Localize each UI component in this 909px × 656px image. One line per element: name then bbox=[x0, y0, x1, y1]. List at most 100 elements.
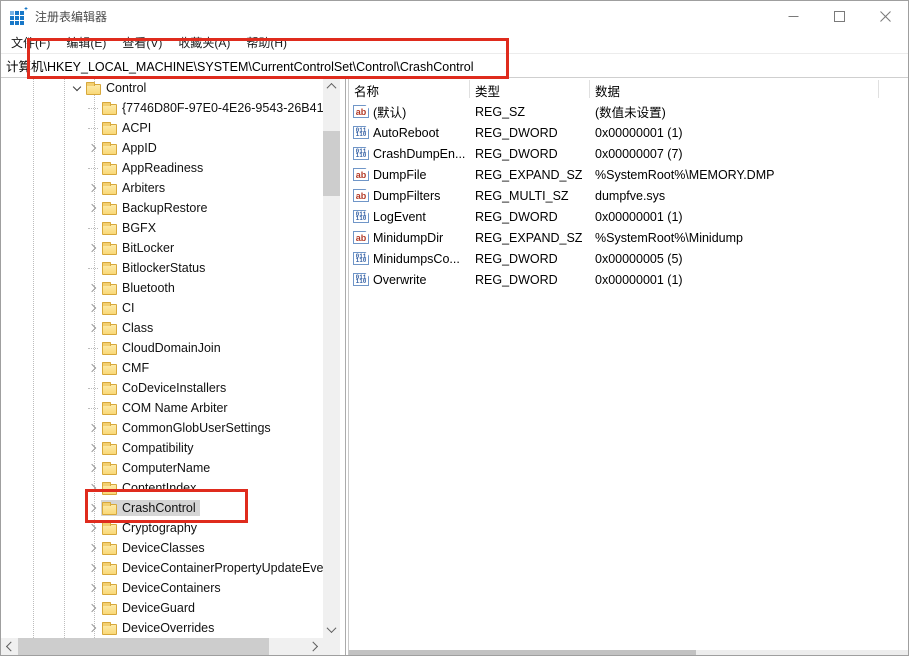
menu-favorites[interactable]: 收藏夹(A) bbox=[170, 34, 238, 51]
chevron-right-icon[interactable] bbox=[87, 422, 99, 434]
tree-item-appreadiness[interactable]: AppReadiness bbox=[1, 158, 323, 178]
tree-item-deviceoverrides[interactable]: DeviceOverrides bbox=[1, 618, 323, 638]
tree-connector bbox=[87, 402, 99, 414]
tree-item-labelwrap: ContentIndex bbox=[101, 480, 200, 496]
menu-edit[interactable]: 编辑(E) bbox=[58, 34, 114, 51]
tree-item-labelwrap: DeviceContainerPropertyUpdateEvents bbox=[101, 560, 323, 576]
registry-value-row-autoreboot[interactable]: 011 110AutoRebootREG_DWORD0x00000001 (1) bbox=[349, 122, 908, 143]
column-header-data[interactable]: 数据 bbox=[595, 81, 620, 100]
tree-item-control[interactable]: Control bbox=[1, 78, 323, 98]
scroll-up-arrow-icon[interactable] bbox=[323, 78, 340, 95]
tree-item-crashcontrol[interactable]: CrashControl bbox=[1, 498, 323, 518]
tree-item-appid[interactable]: AppID bbox=[1, 138, 323, 158]
tree-item-deviceguard[interactable]: DeviceGuard bbox=[1, 598, 323, 618]
tree-item-labelwrap: BGFX bbox=[101, 220, 160, 236]
value-list-horizontal-scrollbar[interactable] bbox=[349, 650, 908, 655]
folder-icon bbox=[102, 484, 117, 495]
tree-item-arbiters[interactable]: Arbiters bbox=[1, 178, 323, 198]
column-separator[interactable] bbox=[589, 80, 590, 98]
tree-item-bluetooth[interactable]: Bluetooth bbox=[1, 278, 323, 298]
registry-value-row-logevent[interactable]: 011 110LogEventREG_DWORD0x00000001 (1) bbox=[349, 206, 908, 227]
chevron-right-icon[interactable] bbox=[87, 442, 99, 454]
tree-item-commonglobusersettings[interactable]: CommonGlobUserSettings bbox=[1, 418, 323, 438]
tree-item-bitlocker[interactable]: BitLocker bbox=[1, 238, 323, 258]
minimize-button[interactable] bbox=[770, 1, 816, 31]
tree-horizontal-scrollbar[interactable] bbox=[1, 638, 323, 655]
chevron-right-icon[interactable] bbox=[87, 362, 99, 374]
chevron-right-icon[interactable] bbox=[87, 322, 99, 334]
scroll-left-arrow-icon[interactable] bbox=[1, 638, 18, 655]
tree-item-computername[interactable]: ComputerName bbox=[1, 458, 323, 478]
column-header-name[interactable]: 名称 bbox=[354, 81, 379, 100]
value-data: %SystemRoot%\Minidump bbox=[589, 231, 743, 245]
tree-item-labelwrap: BitlockerStatus bbox=[101, 260, 209, 276]
tree-item-devicecontainers[interactable]: DeviceContainers bbox=[1, 578, 323, 598]
registry-value-row-crashdumpen[interactable]: 011 110CrashDumpEn...REG_DWORD0x00000007… bbox=[349, 143, 908, 164]
scroll-down-arrow-icon[interactable] bbox=[323, 621, 340, 638]
registry-value-row-minidumpsco[interactable]: 011 110MinidumpsCo...REG_DWORD0x00000005… bbox=[349, 248, 908, 269]
tree-item-com-name-arbiter[interactable]: COM Name Arbiter bbox=[1, 398, 323, 418]
chevron-right-icon[interactable] bbox=[87, 562, 99, 574]
chevron-right-icon[interactable] bbox=[87, 462, 99, 474]
tree-item-class[interactable]: Class bbox=[1, 318, 323, 338]
tree-item-7746d80f-97e0-4e26-9543-26b41fc22f79[interactable]: {7746D80F-97E0-4E26-9543-26B41FC22F79} bbox=[1, 98, 323, 118]
tree-item-backuprestore[interactable]: BackupRestore bbox=[1, 198, 323, 218]
tree-item-bgfx[interactable]: BGFX bbox=[1, 218, 323, 238]
chevron-right-icon[interactable] bbox=[87, 482, 99, 494]
chevron-right-icon[interactable] bbox=[87, 282, 99, 294]
close-button[interactable] bbox=[862, 1, 908, 31]
registry-value-row-dumpfile[interactable]: abDumpFileREG_EXPAND_SZ%SystemRoot%\MEMO… bbox=[349, 164, 908, 185]
tree-item-cmf[interactable]: CMF bbox=[1, 358, 323, 378]
chevron-right-icon[interactable] bbox=[87, 202, 99, 214]
tree-item-ci[interactable]: CI bbox=[1, 298, 323, 318]
column-separator[interactable] bbox=[469, 80, 470, 98]
tree-item-acpi[interactable]: ACPI bbox=[1, 118, 323, 138]
address-bar[interactable]: 计算机\HKEY_LOCAL_MACHINE\SYSTEM\CurrentCon… bbox=[1, 53, 908, 78]
maximize-button[interactable] bbox=[816, 1, 862, 31]
folder-icon bbox=[102, 524, 117, 535]
registry-value-row-[interactable]: ab(默认)REG_SZ(数值未设置) bbox=[349, 101, 908, 122]
chevron-right-icon[interactable] bbox=[87, 502, 99, 514]
registry-value-row-overwrite[interactable]: 011 110OverwriteREG_DWORD0x00000001 (1) bbox=[349, 269, 908, 290]
horizontal-scrollbar-thumb[interactable] bbox=[18, 638, 269, 655]
chevron-right-icon[interactable] bbox=[87, 602, 99, 614]
chevron-right-icon[interactable] bbox=[87, 522, 99, 534]
registry-value-row-minidumpdir[interactable]: abMinidumpDirREG_EXPAND_SZ%SystemRoot%\M… bbox=[349, 227, 908, 248]
tree-item-deviceclasses[interactable]: DeviceClasses bbox=[1, 538, 323, 558]
minimize-icon bbox=[788, 11, 799, 22]
registry-value-row-dumpfilters[interactable]: abDumpFiltersREG_MULTI_SZdumpfve.sys bbox=[349, 185, 908, 206]
chevron-right-icon[interactable] bbox=[87, 622, 99, 634]
tree-item-contentindex[interactable]: ContentIndex bbox=[1, 478, 323, 498]
tree-item-clouddomainjoin[interactable]: CloudDomainJoin bbox=[1, 338, 323, 358]
vertical-scrollbar-thumb[interactable] bbox=[323, 131, 340, 196]
tree-item-compatibility[interactable]: Compatibility bbox=[1, 438, 323, 458]
horizontal-scrollbar-thumb[interactable] bbox=[349, 650, 696, 655]
tree-item-devicecontainerpropertyupdateevents[interactable]: DeviceContainerPropertyUpdateEvents bbox=[1, 558, 323, 578]
folder-icon bbox=[102, 264, 117, 275]
chevron-right-icon[interactable] bbox=[87, 542, 99, 554]
folder-icon bbox=[102, 564, 117, 575]
chevron-right-icon[interactable] bbox=[87, 242, 99, 254]
tree-vertical-scrollbar[interactable] bbox=[323, 78, 340, 638]
ab-string-icon: ab bbox=[353, 189, 369, 202]
scroll-right-arrow-icon[interactable] bbox=[306, 638, 323, 655]
chevron-right-icon[interactable] bbox=[87, 142, 99, 154]
tree-connector bbox=[87, 342, 99, 354]
value-name: LogEvent bbox=[373, 210, 426, 224]
column-header-type[interactable]: 类型 bbox=[475, 81, 500, 100]
menu-help[interactable]: 帮助(H) bbox=[238, 34, 295, 51]
value-name: AutoReboot bbox=[373, 126, 439, 140]
chevron-right-icon[interactable] bbox=[87, 302, 99, 314]
chevron-right-icon[interactable] bbox=[87, 182, 99, 194]
menu-file[interactable]: 文件(F) bbox=[3, 34, 58, 51]
tree-item-codeviceinstallers[interactable]: CoDeviceInstallers bbox=[1, 378, 323, 398]
chevron-right-icon[interactable] bbox=[87, 582, 99, 594]
tree-item-labelwrap: Class bbox=[101, 320, 157, 336]
tree-item-cryptography[interactable]: Cryptography bbox=[1, 518, 323, 538]
chevron-down-icon[interactable] bbox=[71, 82, 83, 94]
column-separator[interactable] bbox=[878, 80, 879, 98]
scrollbar-corner bbox=[323, 638, 340, 655]
pane-divider[interactable] bbox=[340, 78, 349, 655]
menu-view[interactable]: 查看(V) bbox=[114, 34, 170, 51]
tree-item-bitlockerstatus[interactable]: BitlockerStatus bbox=[1, 258, 323, 278]
